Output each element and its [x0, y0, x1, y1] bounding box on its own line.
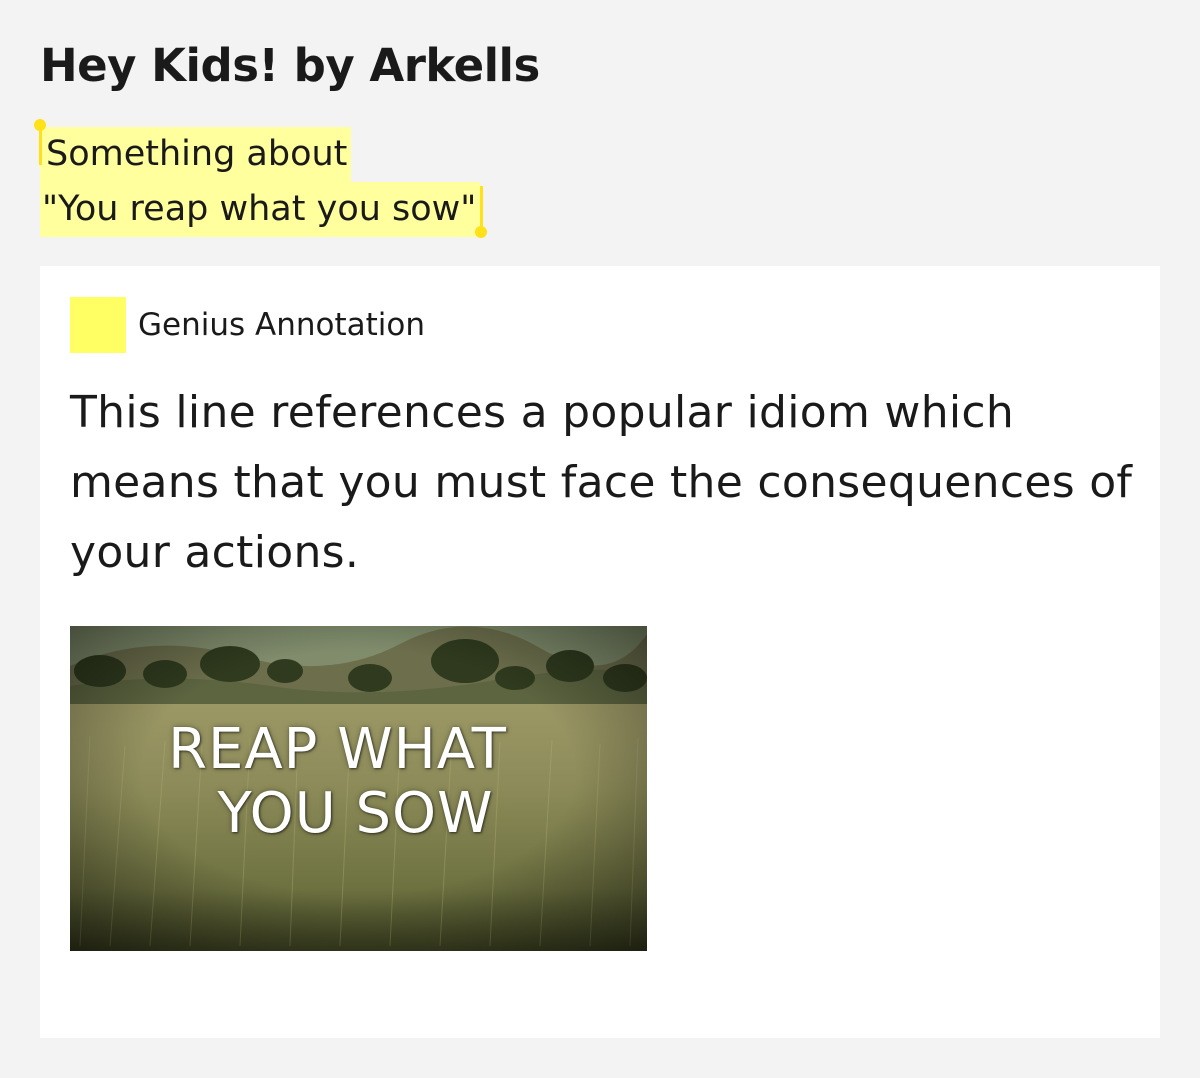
highlighted-lyric[interactable]: Something about "You reap what you sow" [34, 119, 487, 238]
annotation-header: Genius Annotation [70, 296, 425, 354]
annotation-body: This line references a popular idiom whi… [70, 387, 1133, 578]
lyric-line-1-text[interactable]: Something about [40, 127, 352, 182]
annotation-card: Genius Annotation This line references a… [40, 266, 1160, 1038]
genius-annotation-icon [70, 297, 126, 353]
annotation-label: Genius Annotation [138, 307, 426, 343]
page-title: Hey Kids! by Arkells [40, 39, 540, 92]
lyric-line-2-text[interactable]: "You reap what you sow" [40, 182, 481, 237]
selection-end-handle[interactable] [475, 186, 487, 238]
annotation-image[interactable]: REAP WHAT YOU SOW [70, 626, 647, 951]
image-caption: REAP WHAT YOU SOW [70, 718, 647, 846]
lyric-line-2[interactable]: "You reap what you sow" [40, 182, 487, 238]
image-caption-line-1: REAP WHAT [168, 717, 507, 782]
selection-start-handle[interactable] [34, 119, 46, 171]
lyric-line-1[interactable]: Something about [34, 119, 480, 182]
image-caption-line-2: YOU SOW [217, 781, 494, 846]
